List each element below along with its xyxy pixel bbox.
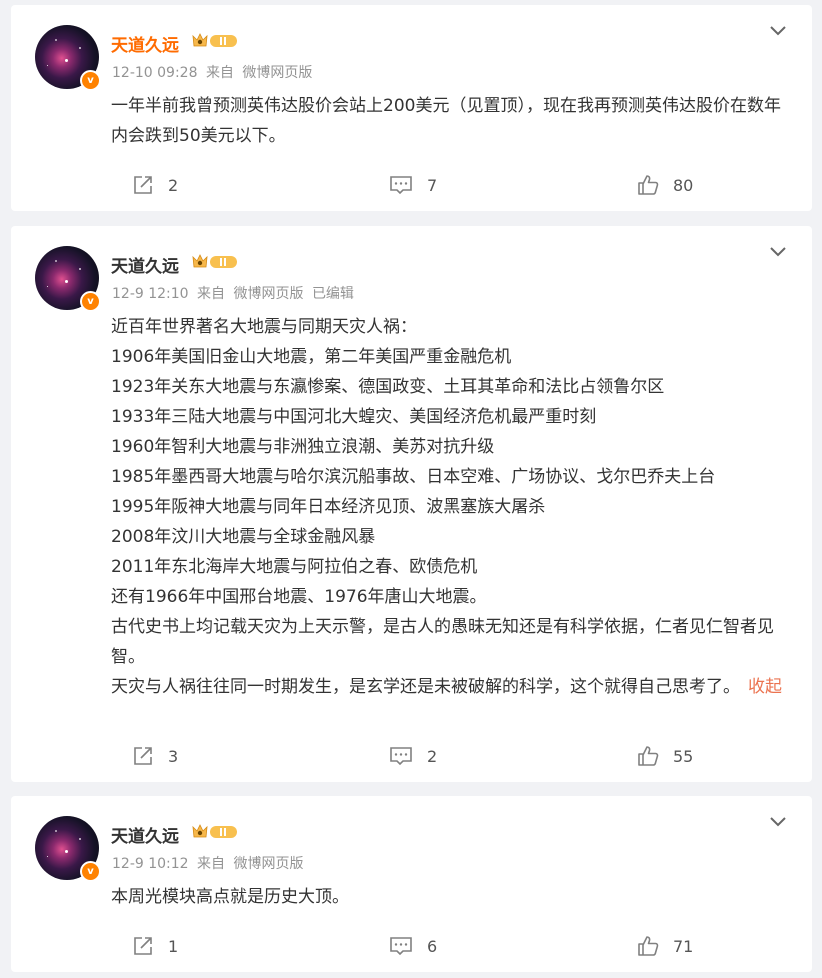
like-count: 71 [673,936,694,956]
post-text-line: 2011年东北海岸大地震与阿拉伯之春、欧债危机 [111,557,478,577]
post-meta: 12-9 10:12 来自 微博网页版 [112,853,307,873]
comment-button[interactable]: 7 [389,171,437,199]
post-text-line: 近百年世界著名大地震与同期天灾人祸： [111,317,417,337]
source-prefix: 来自 [197,856,226,872]
author-name[interactable]: 天道久远 [111,252,179,277]
post-text-line: 古代史书上均记载天灾为上天示警，是古人的愚昧无知还是有科学依据，仁者见仁智者见智… [111,617,774,667]
post-text-line: 1960年智利大地震与非洲独立浪潮、美苏对抗升级 [111,437,495,457]
collapse-link[interactable]: 收起 [748,677,782,697]
chevron-down-icon[interactable] [768,23,788,42]
comment-count: 2 [427,746,438,766]
like-button[interactable]: 80 [637,171,693,199]
source-prefix: 来自 [205,65,234,81]
post-text-line: 1923年关东大地震与东瀛惨案、德国政变、土耳其革命和法比占领鲁尔区 [111,377,665,397]
comment-icon [390,176,412,195]
post-text-line: 1995年阪神大地震与同年日本经济见顶、波黑塞族大屠杀 [111,497,546,517]
post-actions: 3 2 55 [11,742,812,770]
post-meta: 12-9 12:10 来自 微博网页版 已编辑 [112,283,358,303]
edited-label[interactable]: 已编辑 [312,286,354,302]
crown-level-icon[interactable] [191,32,239,53]
post-meta: 12-10 09:28 来自 微博网页版 [112,62,316,82]
verified-v-icon: v [80,861,101,882]
comment-button[interactable]: 2 [389,742,437,770]
post-text-line: 2008年汶川大地震与全球金融风暴 [111,527,376,547]
like-count: 55 [673,746,694,766]
chevron-down-icon[interactable] [768,244,788,263]
post-time[interactable]: 12-9 12:10 [112,286,189,302]
post-time[interactable]: 12-10 09:28 [112,65,197,81]
post-card: v 天道久远 12-10 09:28 来自 微博网页版 一年半前我曾预测英伟达股… [11,5,812,211]
thumbs-up-icon [638,746,659,766]
verified-v-icon: v [80,291,101,312]
post-content: 一年半前我曾预测英伟达股价会站上200美元（见置顶），现在我再预测英伟达股价在数… [111,91,786,151]
like-button[interactable]: 71 [637,932,693,960]
chevron-down-icon[interactable] [768,814,788,833]
repost-icon [134,937,152,955]
thumbs-up-icon [638,175,659,195]
author-name[interactable]: 天道久远 [111,31,179,56]
post-content: 近百年世界著名大地震与同期天灾人祸： 1906年美国旧金山大地震，第二年美国严重… [111,312,786,702]
post-content: 本周光模块高点就是历史大顶。 [111,882,786,912]
post-actions: 1 6 71 [11,932,812,960]
post-text: 本周光模块高点就是历史大顶。 [111,887,349,907]
post-source: 微博网页版 [242,65,313,81]
post-card: v 天道久远 12-9 12:10 来自 微博网页版 已编辑 近百年世界著名大地… [11,226,812,782]
like-button[interactable]: 55 [637,742,693,770]
crown-level-icon[interactable] [191,253,239,274]
post-card: v 天道久远 12-9 10:12 来自 微博网页版 本周光模块高点就是历史大顶… [11,796,812,972]
repost-count: 1 [168,936,179,956]
post-text-line: 还有1966年中国邢台地震、1976年唐山大地震。 [111,587,487,607]
repost-count: 3 [168,746,179,766]
post-text-line: 天灾与人祸往往同一时期发生，是玄学还是未被破解的科学，这个就得自己思考了。 [111,677,740,697]
thumbs-up-icon [638,936,659,956]
comment-count: 7 [427,175,438,195]
post-source: 微博网页版 [233,856,304,872]
source-prefix: 来自 [197,286,226,302]
post-text-line: 1906年美国旧金山大地震，第二年美国严重金融危机 [111,347,512,367]
post-text: 一年半前我曾预测英伟达股价会站上200美元（见置顶），现在我再预测英伟达股价在数… [111,96,781,146]
post-text-line: 1985年墨西哥大地震与哈尔滨沉船事故、日本空难、广场协议、戈尔巴乔夫上台 [111,467,716,487]
comment-button[interactable]: 6 [389,932,437,960]
verified-v-icon: v [80,70,101,91]
post-time[interactable]: 12-9 10:12 [112,856,189,872]
repost-button[interactable]: 1 [132,932,178,960]
repost-count: 2 [168,175,179,195]
repost-button[interactable]: 3 [132,742,178,770]
repost-button[interactable]: 2 [132,171,178,199]
author-name[interactable]: 天道久远 [111,822,179,847]
crown-level-icon[interactable] [191,823,239,844]
comment-count: 6 [427,936,438,956]
repost-icon [134,747,152,765]
post-actions: 2 7 80 [11,171,812,199]
repost-icon [134,176,152,194]
like-count: 80 [673,175,694,195]
post-source: 微博网页版 [233,286,304,302]
post-text-line: 1933年三陆大地震与中国河北大蝗灾、美国经济危机最严重时刻 [111,407,597,427]
comment-icon [390,747,412,766]
comment-icon [390,937,412,956]
post-text-last: 天灾与人祸往往同一时期发生，是玄学还是未被破解的科学，这个就得自己思考了。 收起 [111,672,786,702]
